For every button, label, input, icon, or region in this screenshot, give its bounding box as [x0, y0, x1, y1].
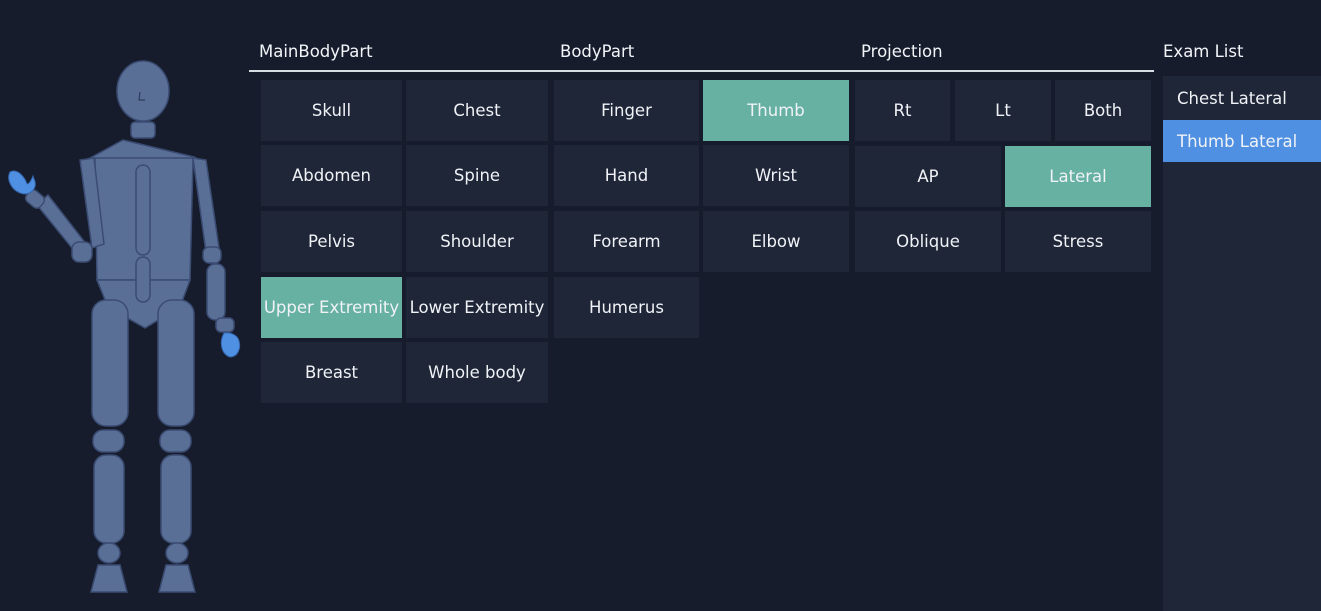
main-body-part-skull[interactable]: Skull: [261, 80, 402, 141]
exam-item-thumb-lateral[interactable]: Thumb Lateral: [1163, 120, 1321, 162]
figure-knee-left[interactable]: [159, 429, 192, 453]
figure-elbow-right[interactable]: [71, 241, 93, 263]
figure-foot-left[interactable]: [158, 564, 196, 593]
figure-upper-arm-left[interactable]: [192, 157, 220, 253]
body-figure[interactable]: [0, 0, 250, 611]
header-projection: Projection: [861, 42, 943, 61]
figure-spine-upper[interactable]: [135, 164, 151, 256]
body-part-humerus[interactable]: Humerus: [554, 277, 699, 338]
figure-shin-right[interactable]: [93, 454, 125, 544]
figure-spine-lower[interactable]: [135, 256, 151, 303]
figure-hand-right[interactable]: [8, 170, 36, 195]
main-body-part-upper-extremity[interactable]: Upper Extremity: [261, 277, 402, 338]
figure-foot-right[interactable]: [90, 564, 128, 593]
projection-oblique[interactable]: Oblique: [855, 211, 1001, 272]
main-body-part-abdomen[interactable]: Abdomen: [261, 145, 402, 206]
main-body-part-pelvis[interactable]: Pelvis: [261, 211, 402, 272]
main-body-part-lower-extremity[interactable]: Lower Extremity: [406, 277, 548, 338]
figure-neck[interactable]: [130, 121, 156, 139]
main-body-part-whole-body[interactable]: Whole body: [406, 342, 548, 403]
main-body-part-spine[interactable]: Spine: [406, 145, 548, 206]
body-part-forearm[interactable]: Forearm: [554, 211, 699, 272]
projection-lateral[interactable]: Lateral: [1005, 146, 1151, 207]
figure-thigh-left[interactable]: [157, 299, 195, 427]
projection-stress[interactable]: Stress: [1005, 211, 1151, 272]
figure-wrist-left[interactable]: [215, 317, 235, 333]
exam-item-chest-lateral[interactable]: Chest Lateral: [1163, 77, 1321, 119]
header-divider: [249, 70, 1154, 72]
header-body-part: BodyPart: [560, 42, 635, 61]
figure-forearm-left[interactable]: [206, 263, 226, 321]
body-part-wrist[interactable]: Wrist: [703, 145, 849, 206]
body-part-finger[interactable]: Finger: [554, 80, 699, 141]
main-body-part-chest[interactable]: Chest: [406, 80, 548, 141]
main-body-part-breast[interactable]: Breast: [261, 342, 402, 403]
figure-elbow-left[interactable]: [202, 246, 222, 264]
figure-hand-left[interactable]: [220, 332, 241, 358]
projection-side-both[interactable]: Both: [1055, 80, 1151, 141]
body-part-elbow[interactable]: Elbow: [703, 211, 849, 272]
projection-side-lt[interactable]: Lt: [955, 80, 1051, 141]
figure-knee-right[interactable]: [92, 429, 125, 453]
figure-ankle-right[interactable]: [97, 542, 121, 564]
projection-ap[interactable]: AP: [855, 146, 1001, 207]
header-exam-list: Exam List: [1163, 42, 1244, 61]
main-body-part-shoulder[interactable]: Shoulder: [406, 211, 548, 272]
projection-side-rt[interactable]: Rt: [855, 80, 950, 141]
figure-thigh-right[interactable]: [91, 299, 129, 427]
figure-shin-left[interactable]: [160, 454, 192, 544]
body-part-hand[interactable]: Hand: [554, 145, 699, 206]
header-main-body-part: MainBodyPart: [259, 42, 373, 61]
figure-head[interactable]: [116, 60, 170, 122]
body-part-thumb[interactable]: Thumb: [703, 80, 849, 141]
figure-ankle-left[interactable]: [165, 542, 189, 564]
